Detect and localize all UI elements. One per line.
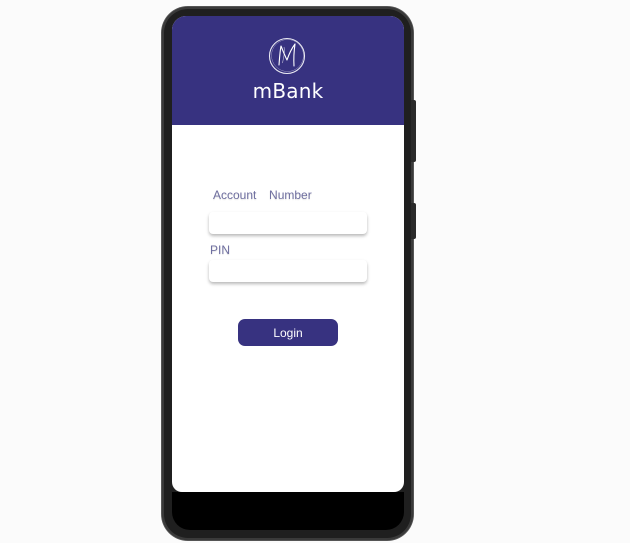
pin-label: PIN	[210, 243, 231, 257]
volume-button	[411, 203, 416, 239]
brand-title: mBank	[252, 79, 324, 103]
app-header: mBank	[172, 16, 404, 125]
m-monogram-logo-icon	[268, 37, 306, 75]
account-number-field[interactable]	[209, 212, 367, 234]
account-number-label: Account Number	[213, 188, 312, 202]
power-button	[411, 100, 416, 162]
device-stage: mBank Account Number PIN Login	[0, 0, 630, 543]
app-screen: mBank Account Number PIN Login	[172, 16, 404, 492]
login-button[interactable]: Login	[238, 319, 338, 346]
phone-bottom-bezel	[172, 492, 404, 530]
pin-field[interactable]	[209, 260, 367, 282]
